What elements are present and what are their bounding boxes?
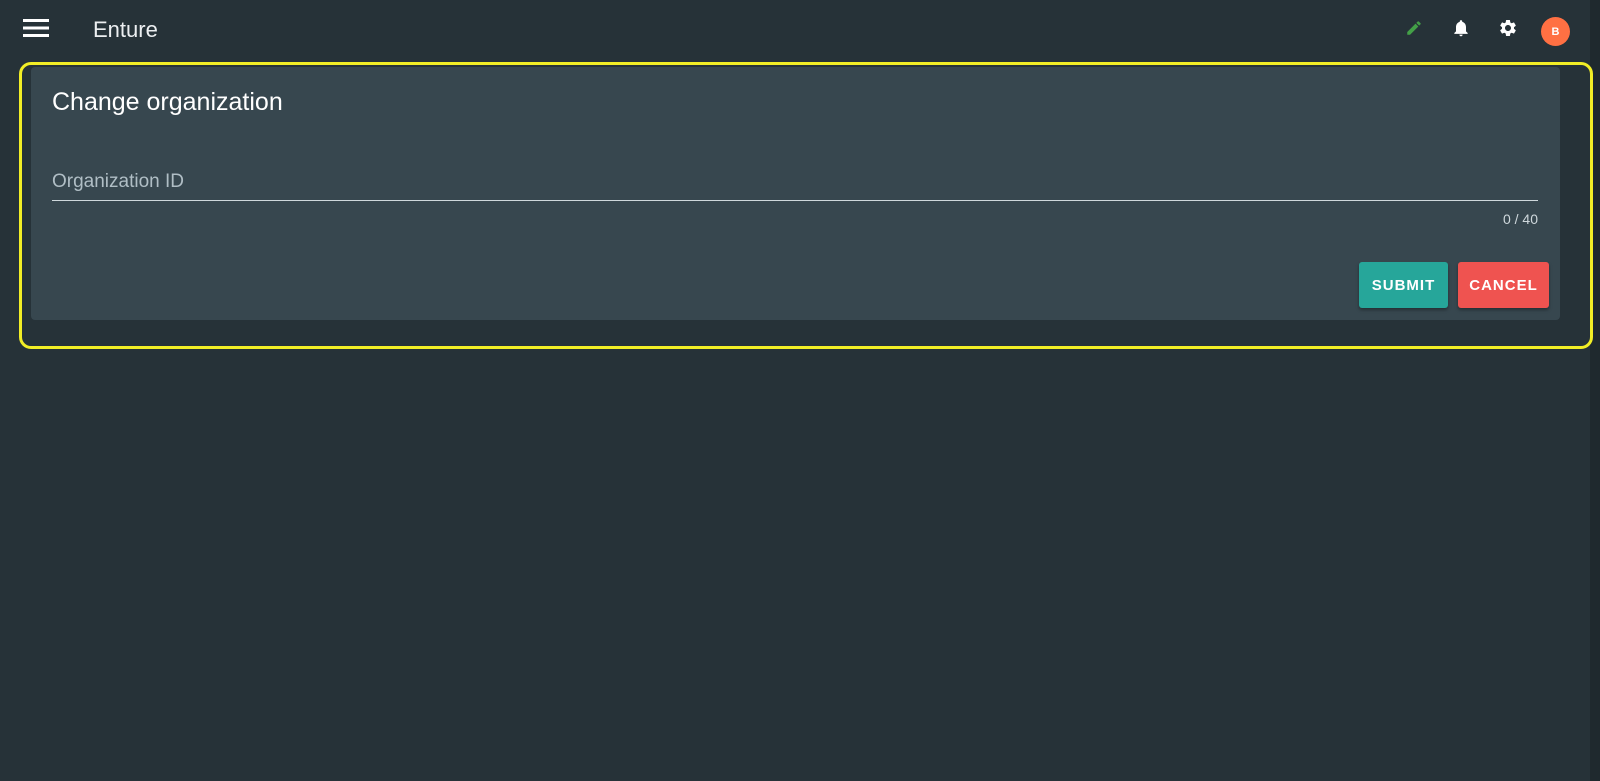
app-bar: Enture B (0, 0, 1600, 60)
avatar[interactable]: B (1541, 17, 1570, 46)
app-title: Enture (93, 17, 158, 42)
highlight-outline (19, 62, 1593, 349)
menu-button[interactable] (18, 16, 54, 44)
bell-icon (1451, 18, 1471, 43)
gear-icon (1498, 18, 1518, 43)
settings-button[interactable] (1496, 18, 1520, 42)
notifications-button[interactable] (1449, 18, 1473, 42)
edit-button[interactable] (1402, 18, 1426, 42)
menu-icon (23, 18, 49, 42)
pencil-icon (1405, 19, 1423, 42)
